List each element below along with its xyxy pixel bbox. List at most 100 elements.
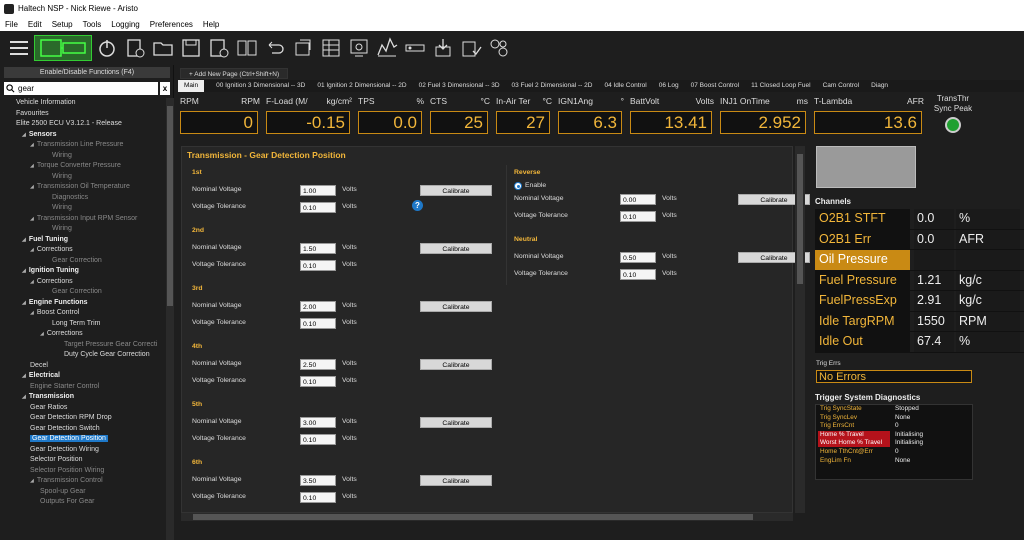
enable-radio[interactable]: [514, 182, 522, 190]
key-icon[interactable]: [402, 35, 428, 61]
save-as-icon[interactable]: [206, 35, 232, 61]
tree-expand-arrow-icon[interactable]: ◢: [30, 247, 34, 253]
channel-row[interactable]: Idle Out 67.4%: [815, 332, 1024, 353]
menu-item-tools[interactable]: Tools: [78, 20, 107, 29]
panel-vertical-scrollbar-thumb[interactable]: [797, 154, 803, 284]
menu-item-help[interactable]: Help: [198, 20, 224, 29]
tree-item[interactable]: Wiring: [0, 224, 166, 235]
nominal-voltage-field[interactable]: 2.50: [300, 359, 336, 370]
power-icon[interactable]: [94, 35, 120, 61]
tab-6[interactable]: 06 Log: [653, 80, 685, 92]
save-icon[interactable]: [178, 35, 204, 61]
graph-icon[interactable]: [374, 35, 400, 61]
upload-icon[interactable]: [458, 35, 484, 61]
tab-2[interactable]: 01 Ignition 2 Dimensional -- 2D: [311, 80, 412, 92]
panel-vertical-scrollbar[interactable]: [795, 146, 805, 513]
tree-expand-arrow-icon[interactable]: ◢: [22, 237, 26, 243]
connected-ecu-icon[interactable]: [34, 35, 92, 61]
tree-item[interactable]: Vehicle Information: [0, 98, 166, 109]
voltage-tolerance-field[interactable]: 0.10: [300, 434, 336, 445]
new-document-icon[interactable]: [122, 35, 148, 61]
menu-item-logging[interactable]: Logging: [106, 20, 144, 29]
redo-icon[interactable]: [290, 35, 316, 61]
tree-expand-arrow-icon[interactable]: ◢: [30, 142, 34, 148]
menu-item-setup[interactable]: Setup: [47, 20, 78, 29]
nominal-voltage-field[interactable]: 1.00: [300, 185, 336, 196]
tree-item[interactable]: Gear Detection Switch: [0, 424, 166, 435]
tree-expand-arrow-icon[interactable]: ◢: [30, 184, 34, 190]
voltage-tolerance-field[interactable]: 0.10: [300, 202, 336, 213]
tree-item[interactable]: Wiring: [0, 203, 166, 214]
tree-expand-arrow-icon[interactable]: ◢: [30, 163, 34, 169]
search-input[interactable]: gear: [4, 82, 158, 95]
calibrate-button[interactable]: Calibrate: [420, 185, 492, 196]
tab-0[interactable]: Main: [178, 80, 205, 92]
tab-7[interactable]: 07 Boost Control: [685, 80, 745, 92]
nominal-voltage-field[interactable]: 2.00: [300, 301, 336, 312]
tree-item[interactable]: Spool-up Gear: [0, 487, 166, 498]
calibrate-button[interactable]: Calibrate: [420, 417, 492, 428]
tree-expand-arrow-icon[interactable]: ◢: [22, 132, 26, 138]
tree-item[interactable]: Selector Position Wiring: [0, 466, 166, 477]
channel-row[interactable]: Oil Pressure: [815, 250, 1024, 271]
table-icon[interactable]: [318, 35, 344, 61]
tree-item[interactable]: ◢ Transmission Input RPM Sensor: [0, 214, 166, 225]
voltage-tolerance-field[interactable]: 0.10: [620, 211, 656, 222]
menu-item-preferences[interactable]: Preferences: [145, 20, 198, 29]
calibrate-button[interactable]: Calibrate: [420, 359, 492, 370]
tree-item[interactable]: Gear Correction: [0, 256, 166, 267]
menu-item-file[interactable]: File: [0, 20, 23, 29]
tree-expand-arrow-icon[interactable]: ◢: [40, 331, 44, 337]
calibrate-button[interactable]: Calibrate: [420, 475, 492, 486]
undo-icon[interactable]: [262, 35, 288, 61]
nominal-voltage-field[interactable]: 3.50: [300, 475, 336, 486]
tab-9[interactable]: Cam Control: [817, 80, 865, 92]
help-icon[interactable]: ?: [412, 200, 423, 211]
tree-scrollbar-thumb[interactable]: [167, 106, 173, 306]
tree-expand-arrow-icon[interactable]: ◢: [22, 300, 26, 306]
tree-item[interactable]: Gear Correction: [0, 287, 166, 298]
hamburger-menu-icon[interactable]: [6, 35, 32, 61]
open-folder-icon[interactable]: [150, 35, 176, 61]
tree-item[interactable]: Gear Detection Wiring: [0, 445, 166, 456]
tab-4[interactable]: 03 Fuel 2 Dimensional -- 2D: [506, 80, 599, 92]
tab-1[interactable]: 00 Ignition 3 Dimensional -- 3D: [210, 80, 311, 92]
tree-item[interactable]: ◢ Sensors: [0, 130, 166, 141]
tree-item[interactable]: Gear Ratios: [0, 403, 166, 414]
voltage-tolerance-field[interactable]: 0.10: [300, 492, 336, 503]
calibrate-button[interactable]: Calibrate: [420, 301, 492, 312]
tree-item[interactable]: ◢ Transmission Control: [0, 476, 166, 487]
tree-expand-arrow-icon[interactable]: ◢: [30, 279, 34, 285]
clear-search-button[interactable]: x: [160, 82, 170, 95]
tree-item[interactable]: Favourites: [0, 109, 166, 120]
calibrate-button[interactable]: Calibrate: [420, 243, 492, 254]
tree-item[interactable]: ◢ Corrections: [0, 277, 166, 288]
nominal-voltage-field[interactable]: 1.50: [300, 243, 336, 254]
tab-3[interactable]: 02 Fuel 3 Dimensional -- 3D: [413, 80, 506, 92]
channel-row[interactable]: O2B1 Err 0.0 AFR: [815, 229, 1024, 250]
tree-item[interactable]: Target Pressure Gear Correcti: [0, 340, 166, 351]
tree-item[interactable]: Gear Detection Position: [0, 434, 166, 445]
tree-item[interactable]: ◢ Engine Functions: [0, 298, 166, 309]
channel-row[interactable]: O2B1 STFT 0.0%: [815, 209, 1024, 230]
tree-item[interactable]: Diagnostics: [0, 193, 166, 204]
tree-item[interactable]: ◢ Transmission Line Pressure: [0, 140, 166, 151]
tree-item[interactable]: Gear Detection RPM Drop: [0, 413, 166, 424]
tree-item[interactable]: ◢ Transmission Oil Temperature: [0, 182, 166, 193]
tree-item[interactable]: Engine Starter Control: [0, 382, 166, 393]
menu-item-edit[interactable]: Edit: [23, 20, 47, 29]
channel-row[interactable]: FuelPressExp 2.91 kg/c: [815, 291, 1024, 312]
tree-item[interactable]: Elite 2500 ECU V3.12.1 - Release: [0, 119, 166, 130]
tree-item[interactable]: ◢ Torque Converter Pressure: [0, 161, 166, 172]
tree-item[interactable]: ◢ Corrections: [0, 245, 166, 256]
tab-8[interactable]: 11 Closed Loop Fuel: [745, 80, 817, 92]
nominal-voltage-field[interactable]: 3.00: [300, 417, 336, 428]
tab-10[interactable]: Diagn: [865, 80, 894, 92]
download-icon[interactable]: [430, 35, 456, 61]
tree-item[interactable]: Outputs For Gear: [0, 497, 166, 508]
panel-horizontal-scrollbar-thumb[interactable]: [193, 514, 753, 520]
tree-item[interactable]: Wiring: [0, 151, 166, 162]
voltage-tolerance-field[interactable]: 0.10: [300, 318, 336, 329]
voltage-tolerance-field[interactable]: 0.10: [620, 269, 656, 280]
tree-item[interactable]: Duty Cycle Gear Correction: [0, 350, 166, 361]
